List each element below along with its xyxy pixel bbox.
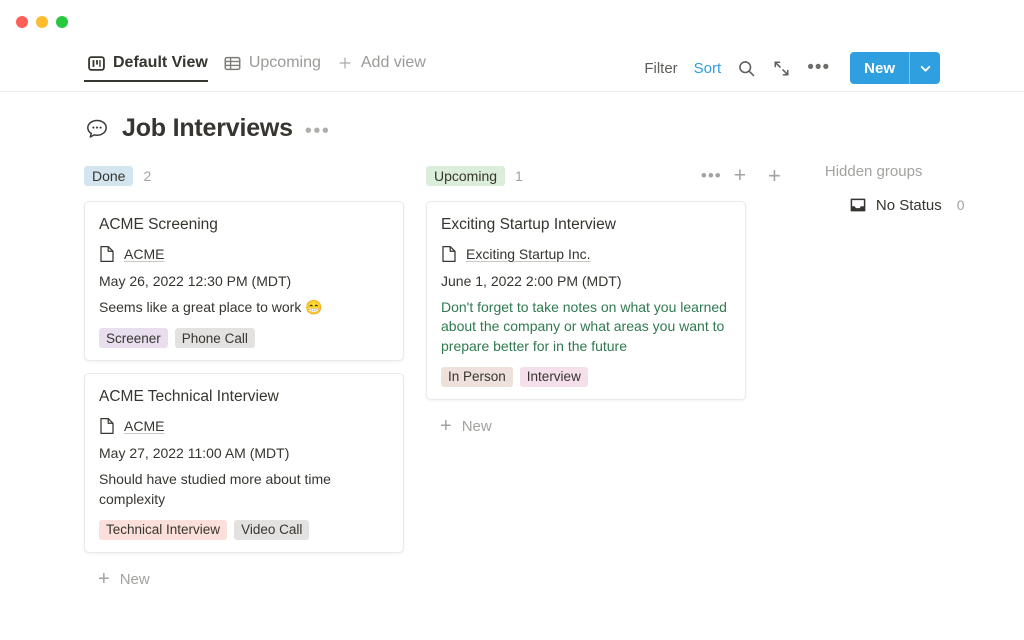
card-title: ACME Screening [99,216,389,234]
inbox-icon [849,196,867,214]
zoom-window-button[interactable] [56,16,68,28]
hidden-group-count: 0 [957,197,965,213]
add-view-button[interactable]: Add view [333,54,434,81]
hidden-group-item-no-status[interactable]: No Status 0 [825,196,965,214]
card-relation-label: Exciting Startup Inc. [466,246,591,262]
card-relation[interactable]: ACME [99,245,389,263]
add-column-button[interactable]: + [768,163,781,187]
card-date: May 26, 2022 12:30 PM (MDT) [99,273,389,289]
window-title-bar [0,0,1024,44]
page-icon [99,245,115,263]
traffic-lights [16,16,68,28]
column-add-card-icon[interactable]: + [734,168,746,184]
card-tag[interactable]: Technical Interview [99,520,227,540]
card-tag[interactable]: Screener [99,328,168,348]
card-tag[interactable]: In Person [441,367,513,387]
hidden-groups-title: Hidden groups [825,163,965,180]
column-more-icon[interactable]: ••• [701,173,722,179]
card-tag[interactable]: Interview [520,367,588,387]
card-date: May 27, 2022 11:00 AM (MDT) [99,445,389,461]
board-card[interactable]: Exciting Startup Interview Exciting Star… [426,201,746,400]
toolbar-actions: Filter Sort ••• New [644,52,940,91]
plus-icon [337,55,353,71]
sort-button[interactable]: Sort [694,60,722,77]
column-count: 2 [143,168,151,184]
card-note: Seems like a great place to work 😁 [99,298,389,317]
column-header: Upcoming 1 ••• + [426,163,746,189]
table-icon [224,55,241,72]
filter-button[interactable]: Filter [644,60,677,77]
card-note: Don't forget to take notes on what you l… [441,298,731,356]
tab-default-view[interactable]: Default View [84,54,216,81]
card-title: Exciting Startup Interview [441,216,731,234]
tab-upcoming-label: Upcoming [249,54,321,72]
card-note: Should have studied more about time comp… [99,470,389,509]
card-date: June 1, 2022 2:00 PM (MDT) [441,273,731,289]
add-card-button[interactable]: + New [84,565,404,594]
hidden-group-label: No Status [876,197,942,214]
tab-upcoming[interactable]: Upcoming [220,54,329,81]
card-relation-label: ACME [124,246,164,262]
card-relation[interactable]: ACME [99,417,389,435]
close-window-button[interactable] [16,16,28,28]
board-icon [88,55,105,72]
column-header: Done 2 [84,163,404,189]
view-tabs: Default View Upcoming Add view [84,44,434,91]
more-options-icon[interactable]: ••• [807,63,830,73]
card-relation[interactable]: Exciting Startup Inc. [441,245,731,263]
add-view-label: Add view [361,54,426,72]
page-more-icon[interactable]: ••• [305,123,331,135]
chevron-down-icon[interactable] [910,52,940,84]
column-count: 1 [515,168,523,184]
status-badge[interactable]: Done [84,166,133,186]
board-column-upcoming: Upcoming 1 ••• + Exciting Startup Interv… [426,163,746,441]
page-title: Job Interviews [122,114,293,143]
add-card-button[interactable]: + New [426,412,746,441]
view-toolbar: Default View Upcoming Add view [0,44,1024,92]
column-header-actions: ••• + [701,168,746,184]
card-tags: Screener Phone Call [99,328,389,348]
new-button-label: New [850,52,909,84]
page-icon [99,417,115,435]
card-tag[interactable]: Phone Call [175,328,255,348]
page-title-row: Job Interviews ••• [0,92,1024,143]
plus-icon: + [98,572,110,586]
speech-balloon-icon [84,116,110,142]
add-card-label: New [120,571,150,588]
search-icon[interactable] [737,59,756,78]
board-card[interactable]: ACME Technical Interview ACME May 27, 20… [84,373,404,553]
expand-arrows-icon[interactable] [772,59,791,78]
status-badge[interactable]: Upcoming [426,166,505,186]
board-column-done: Done 2 ACME Screening ACME May 26, 2022 … [84,163,404,594]
add-card-label: New [462,418,492,435]
card-title: ACME Technical Interview [99,388,389,406]
plus-icon: + [440,419,452,433]
board-card[interactable]: ACME Screening ACME May 26, 2022 12:30 P… [84,201,404,361]
card-tags: In Person Interview [441,367,731,387]
new-button[interactable]: New [850,52,940,84]
minimize-window-button[interactable] [36,16,48,28]
kanban-board: Done 2 ACME Screening ACME May 26, 2022 … [0,143,1024,594]
card-relation-label: ACME [124,418,164,434]
hidden-groups: Hidden groups No Status 0 [825,163,965,214]
card-tags: Technical Interview Video Call [99,520,389,540]
card-tag[interactable]: Video Call [234,520,309,540]
page-icon [441,245,457,263]
tab-default-view-label: Default View [113,54,208,72]
